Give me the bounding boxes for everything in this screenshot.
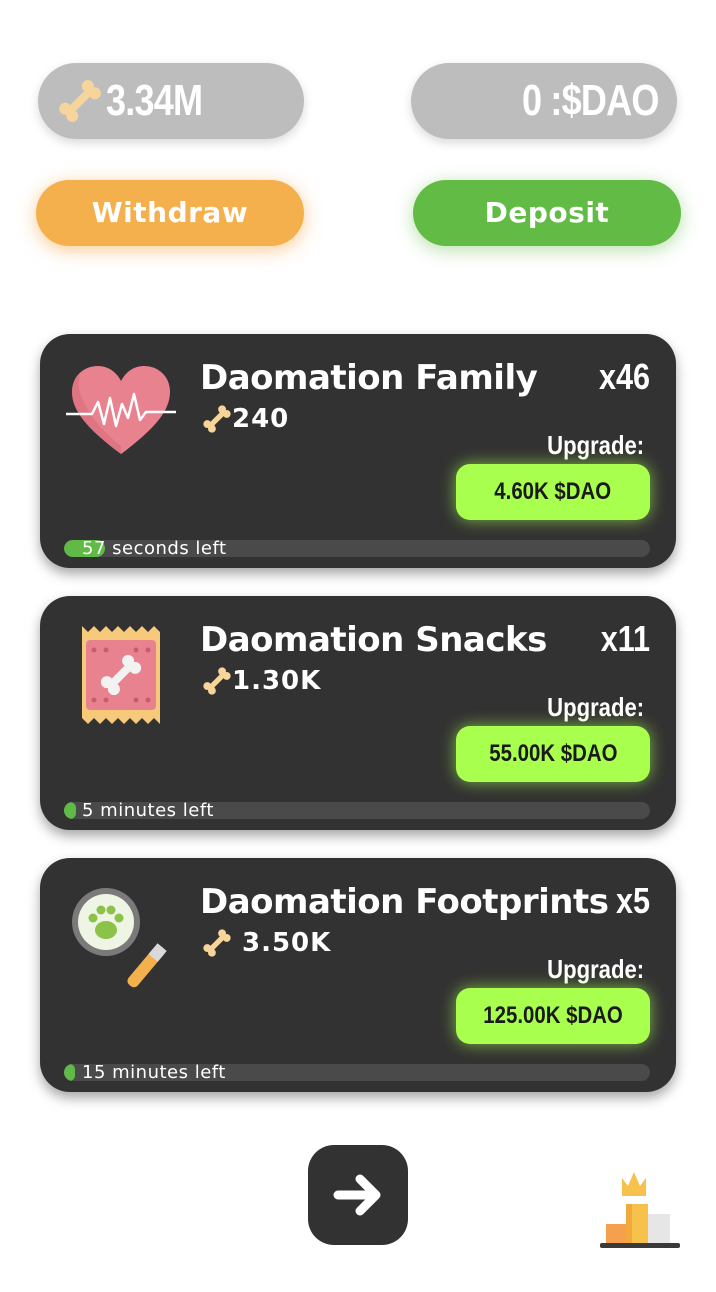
arrow-right-icon xyxy=(333,1174,381,1216)
progress-text: 57 seconds left xyxy=(82,540,227,557)
progress-bar: 5 minutes left xyxy=(64,802,650,819)
card-title: Daomation Footprints xyxy=(200,882,609,922)
upgrade-label: Upgrade: xyxy=(546,430,644,460)
next-button[interactable] xyxy=(308,1145,408,1245)
withdraw-button[interactable]: Withdraw xyxy=(36,180,304,246)
card-title: Daomation Family xyxy=(200,358,538,398)
card-count: x11 xyxy=(600,618,650,659)
business-card-footprints: Daomation Footprints 3.50K x5 Upgrade: 1… xyxy=(40,858,676,1092)
bone-icon xyxy=(59,80,101,122)
upgrade-label: Upgrade: xyxy=(546,692,644,722)
dao-balance-value: 0 :$DAO xyxy=(522,76,659,125)
upgrade-price: 55.00K $DAO xyxy=(488,740,618,767)
bone-icon xyxy=(203,405,231,433)
card-title: Daomation Snacks xyxy=(200,620,547,660)
upgrade-price: 4.60K $DAO xyxy=(494,478,612,505)
heart-pulse-icon xyxy=(66,366,176,454)
card-count: x46 xyxy=(598,356,650,397)
progress-text: 5 minutes left xyxy=(82,802,214,819)
card-count: x5 xyxy=(615,880,650,921)
card-yield-value: 240 xyxy=(232,404,290,434)
bone-icon xyxy=(203,667,231,695)
progress-fill xyxy=(64,802,76,819)
bone-icon xyxy=(203,929,231,957)
upgrade-price: 125.00K $DAO xyxy=(483,1002,623,1029)
progress-fill xyxy=(64,1064,75,1081)
progress-text: 15 minutes left xyxy=(82,1064,226,1081)
leaderboard-podium-icon[interactable] xyxy=(598,1168,680,1250)
progress-bar: 57 seconds left xyxy=(64,540,650,557)
business-card-family: Daomation Family 240 x46 Upgrade: 4.60K … xyxy=(40,334,676,568)
upgrade-button[interactable]: 125.00K $DAO xyxy=(456,988,650,1044)
upgrade-label: Upgrade: xyxy=(546,954,644,984)
card-yield-value: 3.50K xyxy=(242,928,332,958)
bones-balance: 3.34M xyxy=(38,63,304,139)
business-card-snacks: Daomation Snacks 1.30K x11 Upgrade: 55.0… xyxy=(40,596,676,830)
magnifier-paw-icon xyxy=(72,888,167,988)
deposit-button[interactable]: Deposit xyxy=(413,180,681,246)
card-yield-value: 1.30K xyxy=(232,666,322,696)
snack-bag-icon xyxy=(82,626,160,724)
upgrade-button[interactable]: 55.00K $DAO xyxy=(456,726,650,782)
dao-balance: 0 :$DAO xyxy=(411,63,677,139)
upgrade-button[interactable]: 4.60K $DAO xyxy=(456,464,650,520)
progress-bar: 15 minutes left xyxy=(64,1064,650,1081)
bones-balance-value: 3.34M xyxy=(106,76,203,125)
